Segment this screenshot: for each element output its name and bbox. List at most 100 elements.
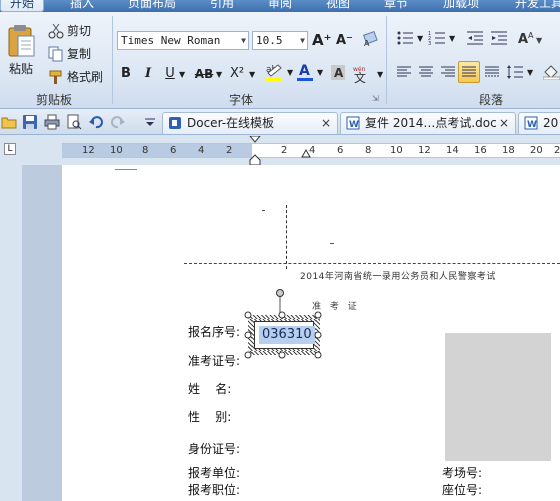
doc-tab-exam-doc[interactable]: W 复件 2014…点考试.doc × xyxy=(340,112,516,134)
scissors-icon xyxy=(48,23,64,38)
chevron-down-icon: ▼ xyxy=(317,67,324,77)
tab-developer[interactable]: 开发工具 xyxy=(504,0,560,12)
align-right-icon xyxy=(441,66,455,77)
tab-home[interactable]: 开始 xyxy=(0,0,44,12)
word-document-icon: W xyxy=(524,116,538,130)
underline-button[interactable]: U xyxy=(161,64,179,84)
decrease-indent-button[interactable] xyxy=(466,30,484,46)
close-icon[interactable]: × xyxy=(321,113,331,133)
tab-insert[interactable]: 插入 xyxy=(62,0,102,12)
chevron-down-icon: ▼ xyxy=(417,33,424,43)
font-color-button[interactable]: A ▼ xyxy=(296,62,323,82)
chevron-down-icon: ▼ xyxy=(377,69,384,79)
undo-icon[interactable] xyxy=(88,114,104,130)
font-size-value: 10.5 xyxy=(256,34,283,47)
shrink-font-button[interactable]: A⁻ xyxy=(336,33,353,48)
superscript-dropdown[interactable]: ▼ xyxy=(249,70,255,79)
ruler-number: 20 xyxy=(530,145,543,156)
align-left-button[interactable] xyxy=(396,64,412,80)
superscript-button[interactable]: X² xyxy=(226,64,248,84)
hanging-indent-marker-icon[interactable] xyxy=(301,148,311,158)
font-name-select[interactable]: Times New Roman ▼ xyxy=(117,31,249,50)
align-right-button[interactable] xyxy=(440,64,456,80)
horizontal-ruler[interactable]: 12 10 8 6 4 2 2 4 6 8 10 12 14 16 18 20 … xyxy=(62,136,560,166)
shading-button[interactable] xyxy=(543,64,560,80)
open-folder-icon[interactable] xyxy=(1,114,17,130)
svg-text:A: A xyxy=(364,39,370,48)
exam-header-line: 2014年河南省统一录用公务员和人民警察考试 xyxy=(300,272,496,282)
quick-access-menu-icon[interactable] xyxy=(142,114,158,130)
indent-marker-icon[interactable] xyxy=(249,136,261,166)
svg-text:A: A xyxy=(334,66,344,80)
paint-bucket-icon xyxy=(543,65,560,80)
copy-button[interactable]: 复制 xyxy=(48,45,91,62)
selection-handles[interactable] xyxy=(242,285,326,363)
numbering-icon: 123 xyxy=(428,31,445,46)
justify-button[interactable] xyxy=(458,61,480,83)
copy-icon xyxy=(48,46,63,61)
chevron-down-icon: ▼ xyxy=(287,67,294,77)
cut-button[interactable]: 剪切 xyxy=(48,22,91,39)
italic-button[interactable]: I xyxy=(139,64,157,84)
ruler-number: 14 xyxy=(446,145,459,156)
pinyin-guide-button[interactable]: wén 文 ▼ xyxy=(352,64,383,84)
chinese-layout-button[interactable]: A A ▼ xyxy=(518,30,546,46)
label-id-number: 身份证号: xyxy=(188,442,241,456)
tab-view[interactable]: 视图 xyxy=(318,0,358,12)
paste-button[interactable]: 粘贴 xyxy=(6,24,36,77)
distributed-align-button[interactable] xyxy=(484,64,500,80)
clear-format-button[interactable]: A xyxy=(362,30,380,48)
doc-tab-docer[interactable]: Docer-在线模板 × xyxy=(162,112,338,134)
align-center-button[interactable] xyxy=(418,64,434,80)
line-spacing-button[interactable]: ▼ xyxy=(506,64,533,80)
clear-format-icon: A xyxy=(363,30,378,48)
tab-addins[interactable]: 加载项 xyxy=(434,0,488,12)
svg-text:W: W xyxy=(349,120,359,130)
paragraph-group-label: 段落 xyxy=(479,93,504,107)
print-icon[interactable] xyxy=(44,114,60,130)
bold-button[interactable]: B xyxy=(117,64,135,84)
copy-label: 复制 xyxy=(67,47,92,61)
tab-review[interactable]: 审阅 xyxy=(260,0,300,12)
tab-section[interactable]: 章节 xyxy=(376,0,416,12)
close-icon[interactable]: × xyxy=(499,113,509,133)
increase-indent-button[interactable] xyxy=(490,30,508,46)
ruler-number: 8 xyxy=(365,145,372,156)
svg-text:A: A xyxy=(299,63,310,79)
doc-tab-third[interactable]: W 20 xyxy=(518,112,560,134)
align-center-icon xyxy=(419,66,433,77)
font-size-select[interactable]: 10.5 ▼ xyxy=(252,31,308,50)
tab-references[interactable]: 引用 xyxy=(202,0,242,12)
bullets-icon xyxy=(397,31,413,45)
tab-stop-selector[interactable]: L xyxy=(4,143,16,155)
print-preview-icon[interactable] xyxy=(66,114,82,130)
clipboard-group-label: 剪贴板 xyxy=(36,93,73,107)
char-shading-button[interactable]: A xyxy=(330,64,346,82)
save-icon[interactable] xyxy=(22,114,38,130)
grow-font-button[interactable]: A⁺ xyxy=(312,31,332,49)
scan-cut-line xyxy=(184,263,560,264)
chevron-down-icon: ▼ xyxy=(216,70,223,79)
strikethrough-button[interactable]: AB xyxy=(192,64,216,84)
pinyin-guide-icon: wén文 xyxy=(353,66,366,84)
strikethrough-dropdown[interactable]: ▼ xyxy=(216,70,222,79)
bullet-list-button[interactable]: ▼ xyxy=(396,30,423,46)
label-seat-number: 座位号: xyxy=(442,483,483,497)
align-left-icon xyxy=(397,66,411,77)
document-page[interactable]: 2014年河南省统一录用公务员和人民警察考试 准 考 证 036310 报名序号… xyxy=(62,165,560,501)
highlight-button[interactable]: ab ▼ xyxy=(264,62,293,82)
underline-dropdown[interactable]: ▼ xyxy=(179,70,185,79)
ribbon: 粘贴 剪切 复制 格式刷 剪贴板 Times New Roman ▼ 10.5 … xyxy=(0,12,560,109)
dialog-launcher-icon: ⇲ xyxy=(372,94,379,103)
doc-tab-label: Docer-在线模板 xyxy=(187,116,275,130)
format-painter-button[interactable]: 格式刷 xyxy=(48,68,103,85)
tab-page-layout[interactable]: 页面布局 xyxy=(118,0,186,12)
ruler-number: 2 xyxy=(226,145,233,156)
docer-icon xyxy=(169,117,181,129)
ruler-number: 22 xyxy=(554,145,560,156)
font-dialog-launcher[interactable]: ⇲ xyxy=(372,94,379,103)
left-tab-icon: L xyxy=(7,144,13,154)
photo-placeholder xyxy=(445,333,551,461)
redo-icon[interactable] xyxy=(110,114,126,130)
numbered-list-button[interactable]: 123 ▼ xyxy=(428,30,455,46)
